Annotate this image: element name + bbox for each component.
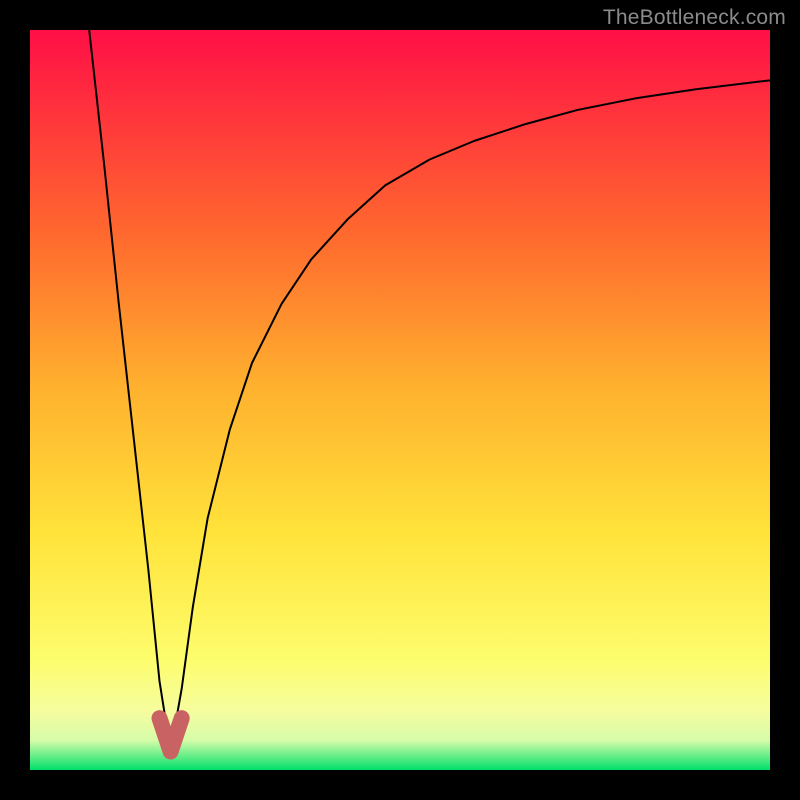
bottleneck-curve [30, 30, 770, 770]
watermark-text: TheBottleneck.com [603, 6, 786, 30]
outer-frame: TheBottleneck.com [0, 0, 800, 800]
plot-area [30, 30, 770, 770]
